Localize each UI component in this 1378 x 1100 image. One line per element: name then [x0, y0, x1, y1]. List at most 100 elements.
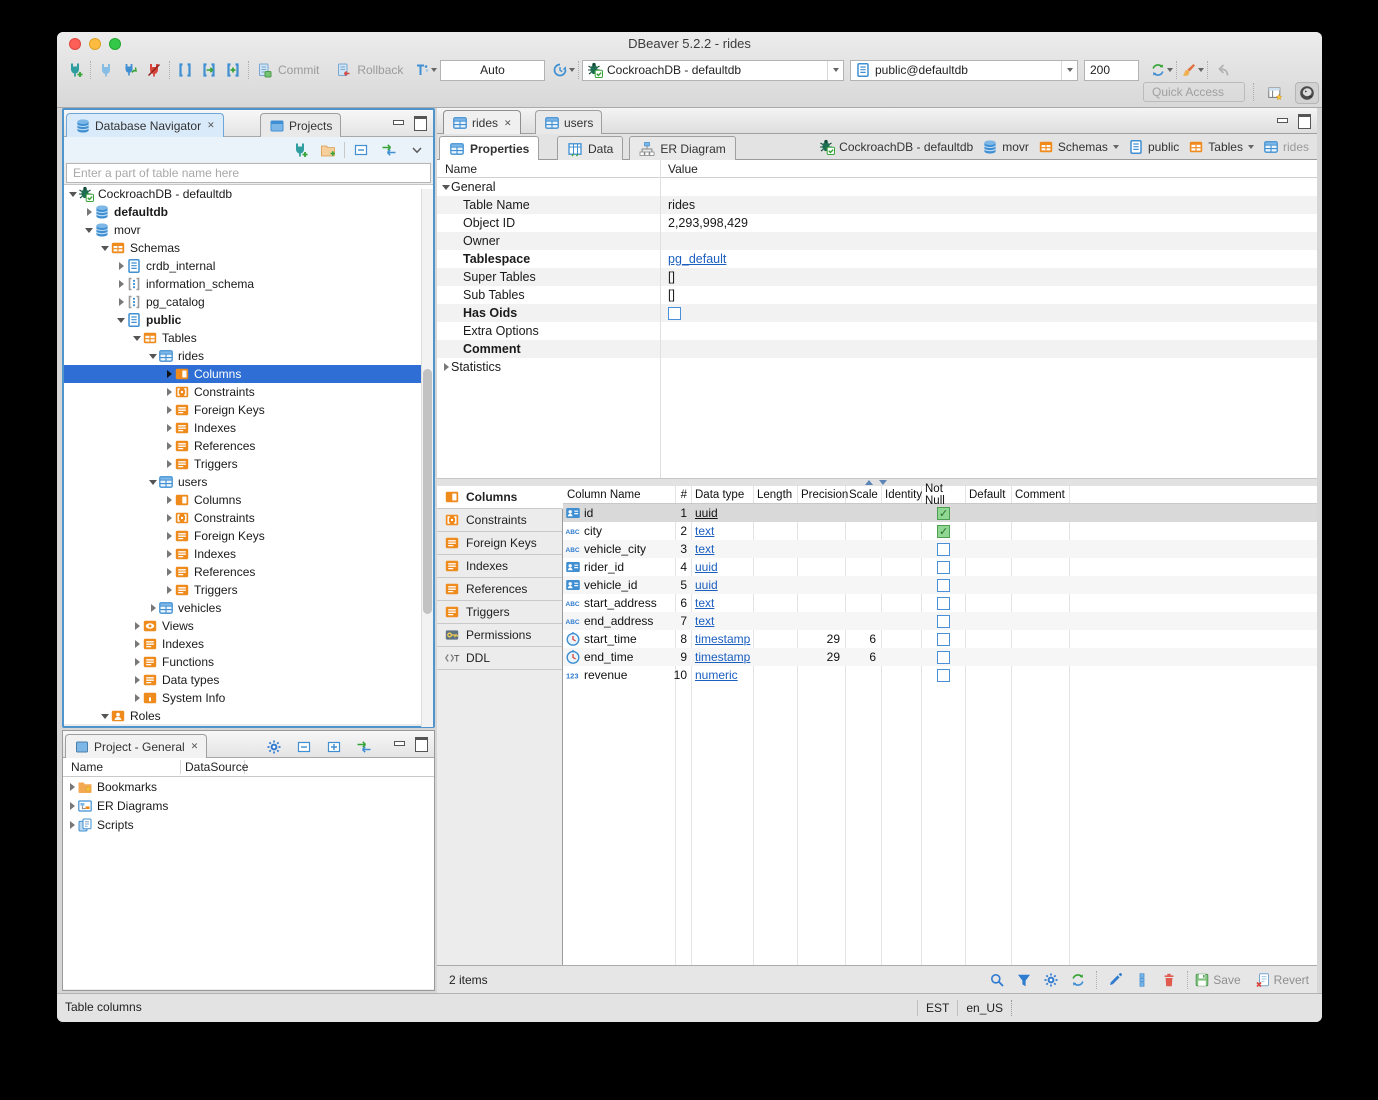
expand-arrow-icon[interactable]: [132, 657, 142, 667]
tree-item-views[interactable]: Views: [64, 617, 433, 635]
open-perspective-button[interactable]: [1263, 82, 1287, 104]
data-type-link[interactable]: text: [695, 596, 714, 610]
not-null-checkbox[interactable]: [937, 543, 950, 556]
tree-item-columns[interactable]: Columns: [64, 365, 433, 383]
column-header-precision[interactable]: Precision: [797, 486, 845, 504]
expand-arrow-icon[interactable]: [164, 585, 174, 595]
quick-access-input[interactable]: Quick Access: [1143, 82, 1245, 102]
tree-item-references[interactable]: References: [64, 563, 433, 581]
property-row-tablespace[interactable]: Tablespacepg_default: [437, 250, 1317, 268]
editor-tab-users[interactable]: users: [535, 110, 602, 135]
properties-name-header[interactable]: Name: [445, 162, 477, 176]
splitter-up-icon[interactable]: [865, 480, 873, 485]
tree-item-constraints[interactable]: Constraints: [64, 383, 433, 401]
column-header-not-null[interactable]: Not Null: [921, 486, 965, 504]
expand-arrow-icon[interactable]: [84, 225, 94, 235]
breadcrumb-tables[interactable]: Tables: [1188, 139, 1254, 155]
property-row-sub-tables[interactable]: Sub Tables[]: [437, 286, 1317, 304]
not-null-checkbox[interactable]: [937, 597, 950, 610]
expand-arrow-icon[interactable]: [132, 675, 142, 685]
tree-item-roles[interactable]: Roles: [64, 707, 433, 724]
detail-tab-ddl[interactable]: TDDL: [437, 647, 562, 670]
tree-item-triggers[interactable]: Triggers: [64, 581, 433, 599]
commit-button[interactable]: [252, 59, 276, 81]
collapse-all-button[interactable]: [292, 736, 316, 758]
connect-to-database-button[interactable]: [288, 139, 312, 161]
open-sql-editor-button[interactable]: [197, 59, 221, 81]
column-header-column-name[interactable]: Column Name: [563, 486, 675, 504]
property-row-super-tables[interactable]: Super Tables[]: [437, 268, 1317, 286]
expand-arrow-icon[interactable]: [100, 243, 110, 253]
expand-arrow-icon[interactable]: [116, 297, 126, 307]
column-header-name[interactable]: Name: [63, 760, 181, 774]
dbeaver-perspective-button[interactable]: [1295, 82, 1319, 104]
property-row-extra-options[interactable]: Extra Options: [437, 322, 1317, 340]
tree-item-users[interactable]: users: [64, 473, 433, 491]
property-row-owner[interactable]: Owner: [437, 232, 1317, 250]
tree-item-public[interactable]: public: [64, 311, 433, 329]
tree-item-columns[interactable]: Columns: [64, 491, 433, 509]
has-oids-checkbox[interactable]: [668, 307, 681, 320]
maximize-view-button[interactable]: [414, 116, 427, 128]
delete-column-button[interactable]: [1157, 969, 1181, 991]
caret-down-icon[interactable]: [1113, 145, 1119, 149]
expand-arrow-icon[interactable]: [164, 495, 174, 505]
rollback-button[interactable]: [331, 59, 355, 81]
column-header-datasource[interactable]: DataSource: [181, 760, 245, 774]
tree-item-foreign-keys[interactable]: Foreign Keys: [64, 527, 433, 545]
not-null-checkbox[interactable]: [937, 579, 950, 592]
data-type-link[interactable]: numeric: [695, 668, 738, 682]
expand-arrow-icon[interactable]: [67, 820, 77, 830]
data-type-link[interactable]: text: [695, 542, 714, 556]
column-row-id[interactable]: id1uuid: [563, 504, 1317, 522]
table-filter-input[interactable]: Enter a part of table name here: [66, 163, 431, 183]
expand-arrow-icon[interactable]: [148, 477, 158, 487]
property-row-has-oids[interactable]: Has Oids: [437, 304, 1317, 322]
column-header-comment[interactable]: Comment: [1011, 486, 1069, 504]
tree-item-system-info[interactable]: System Info: [64, 689, 433, 707]
caret-down-icon[interactable]: [1248, 145, 1254, 149]
tree-item-foreign-keys[interactable]: Foreign Keys: [64, 401, 433, 419]
detail-tab-permissions[interactable]: Permissions: [437, 624, 562, 647]
tree-item-crdb-internal[interactable]: crdb_internal: [64, 257, 433, 275]
search-button[interactable]: [985, 969, 1009, 991]
tree-item-vehicles[interactable]: vehicles: [64, 599, 433, 617]
expand-arrow-icon[interactable]: [164, 405, 174, 415]
splitter[interactable]: [437, 478, 1317, 486]
expand-arrow-icon[interactable]: [164, 369, 174, 379]
collapse-all-button[interactable]: [349, 139, 373, 161]
filter-button[interactable]: [1012, 969, 1036, 991]
tree-item-information-schema[interactable]: information_schema: [64, 275, 433, 293]
column-header-identity[interactable]: Identity: [881, 486, 921, 504]
expand-arrow-icon[interactable]: [164, 441, 174, 451]
column-row-revenue[interactable]: 123revenue10numeric: [563, 666, 1317, 684]
tree-item-indexes[interactable]: Indexes: [64, 635, 433, 653]
disconnect-button[interactable]: [142, 59, 166, 81]
editor-tab-rides[interactable]: rides✕: [443, 110, 521, 135]
reconnect-button[interactable]: [118, 59, 142, 81]
subtab-data[interactable]: Data: [557, 136, 623, 160]
column-row-rider-id[interactable]: rider_id4uuid: [563, 558, 1317, 576]
not-null-checkbox[interactable]: [937, 651, 950, 664]
tree-item-functions[interactable]: Functions: [64, 653, 433, 671]
subtab-er-diagram[interactable]: ER Diagram: [629, 136, 735, 160]
column-row-end-address[interactable]: ABCend_address7text: [563, 612, 1317, 630]
column-row-start-address[interactable]: ABCstart_address6text: [563, 594, 1317, 612]
tree-item-rides[interactable]: rides: [64, 347, 433, 365]
expand-arrow-icon[interactable]: [164, 567, 174, 577]
column-row-start-time[interactable]: start_time8timestamp296: [563, 630, 1317, 648]
project-item-bookmarks[interactable]: Bookmarks: [63, 777, 434, 796]
sql-editor-button[interactable]: [173, 59, 197, 81]
project-item-er-diagrams[interactable]: ER Diagrams: [63, 796, 434, 815]
detail-tab-indexes[interactable]: Indexes: [437, 555, 562, 578]
refresh-list-button[interactable]: [1066, 969, 1090, 991]
not-null-checkbox[interactable]: [937, 669, 950, 682]
tab-database-navigator[interactable]: Database Navigator ✕: [66, 113, 224, 137]
detail-tab-triggers[interactable]: Triggers: [437, 601, 562, 624]
property-row-table-name[interactable]: Table Namerides: [437, 196, 1317, 214]
expand-arrow-icon[interactable]: [116, 279, 126, 289]
data-type-link[interactable]: text: [695, 614, 714, 628]
settings-button[interactable]: [1039, 969, 1063, 991]
expand-arrow-icon[interactable]: [164, 531, 174, 541]
column-row-vehicle-id[interactable]: vehicle_id5uuid: [563, 576, 1317, 594]
